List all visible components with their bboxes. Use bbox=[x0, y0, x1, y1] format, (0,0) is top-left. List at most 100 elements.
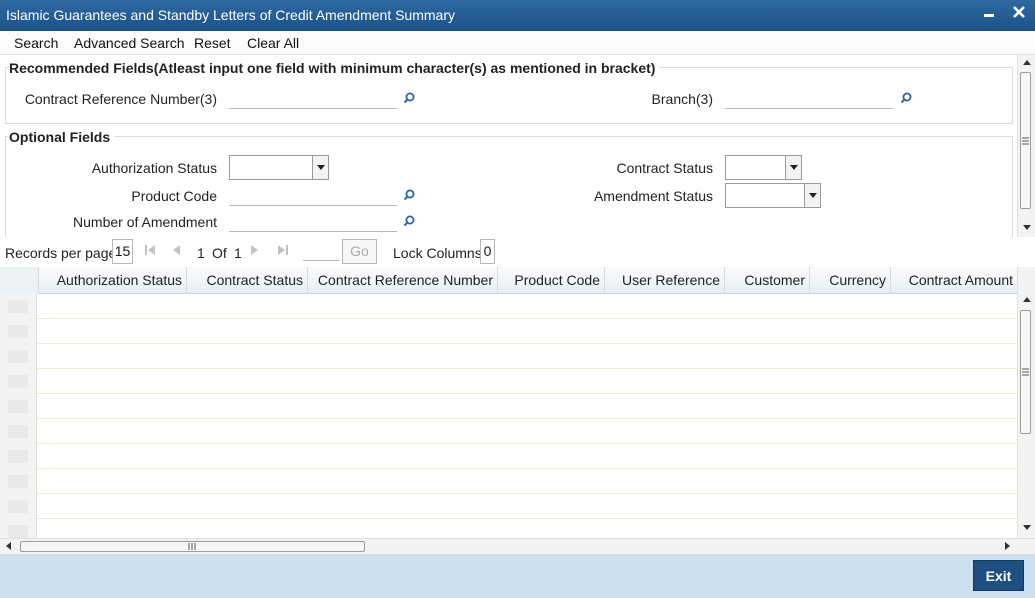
contract-reference-input[interactable] bbox=[229, 87, 397, 109]
close-icon[interactable] bbox=[1008, 4, 1030, 26]
scroll-up-icon[interactable] bbox=[1023, 297, 1031, 302]
first-page-icon[interactable] bbox=[145, 244, 156, 259]
row-select-cell[interactable] bbox=[0, 394, 37, 419]
row-select-cell[interactable] bbox=[0, 494, 37, 519]
row-select-checkbox[interactable] bbox=[8, 475, 28, 488]
row-select-cell[interactable] bbox=[0, 294, 37, 319]
form-scrollbar[interactable] bbox=[1017, 55, 1035, 237]
table-row[interactable] bbox=[0, 319, 1017, 344]
horizontal-scrollbar-thumb[interactable] bbox=[20, 541, 365, 552]
scroll-down-icon[interactable] bbox=[1023, 225, 1031, 230]
row-select-checkbox[interactable] bbox=[8, 300, 28, 313]
records-per-page-input[interactable]: 15 bbox=[112, 239, 133, 264]
chevron-down-icon bbox=[312, 156, 328, 179]
row-select-checkbox[interactable] bbox=[8, 400, 28, 413]
row-select-cell[interactable] bbox=[0, 419, 37, 444]
table-row[interactable] bbox=[0, 519, 1017, 538]
column-header[interactable]: Contract Status bbox=[187, 267, 308, 294]
contract-reference-search-icon[interactable] bbox=[403, 91, 415, 104]
row-select-checkbox[interactable] bbox=[8, 525, 28, 538]
row-select-checkbox[interactable] bbox=[8, 450, 28, 463]
row-select-checkbox[interactable] bbox=[8, 500, 28, 513]
table-row[interactable] bbox=[0, 444, 1017, 469]
table-row[interactable] bbox=[0, 369, 1017, 394]
chevron-down-icon bbox=[804, 184, 820, 207]
reset-button[interactable]: Reset bbox=[194, 35, 231, 51]
of-label: Of bbox=[212, 245, 227, 261]
form-scrollbar-thumb[interactable] bbox=[1020, 72, 1031, 209]
goto-page-input[interactable] bbox=[303, 260, 339, 261]
search-button[interactable]: Search bbox=[14, 35, 58, 51]
table-row[interactable] bbox=[0, 394, 1017, 419]
footer-bar: Exit bbox=[0, 554, 1035, 598]
horizontal-scrollbar[interactable] bbox=[0, 538, 1035, 554]
title-bar: Islamic Guarantees and Standby Letters o… bbox=[0, 0, 1035, 31]
table-row[interactable] bbox=[0, 469, 1017, 494]
row-select-cell[interactable] bbox=[0, 469, 37, 494]
table-row[interactable] bbox=[0, 344, 1017, 369]
scroll-left-icon[interactable] bbox=[6, 542, 11, 550]
contract-status-select[interactable] bbox=[725, 155, 802, 180]
contract-status-label: Contract Status bbox=[616, 160, 714, 176]
lock-columns-label: Lock Columns bbox=[393, 245, 482, 261]
window-title: Islamic Guarantees and Standby Letters o… bbox=[6, 7, 455, 23]
number-of-amendment-input[interactable] bbox=[229, 210, 397, 232]
scroll-down-icon[interactable] bbox=[1023, 525, 1031, 530]
records-per-page-label: Records per page bbox=[5, 245, 117, 261]
recommended-fields-legend: Recommended Fields(Atleast input one fie… bbox=[9, 60, 660, 76]
results-grid: Authorization Status Contract Status Con… bbox=[0, 267, 1035, 538]
pagination-bar: Records per page 15 1 Of 1 Go Lock Colum… bbox=[0, 237, 1035, 267]
select-all-column[interactable] bbox=[0, 267, 39, 294]
column-header[interactable]: Contract Reference Number bbox=[308, 267, 498, 294]
column-header[interactable]: Product Code bbox=[498, 267, 605, 294]
last-page-icon[interactable] bbox=[277, 244, 288, 259]
row-select-cell[interactable] bbox=[0, 319, 37, 344]
product-code-search-icon[interactable] bbox=[403, 188, 415, 201]
row-select-checkbox[interactable] bbox=[8, 350, 28, 363]
row-select-cell[interactable] bbox=[0, 369, 37, 394]
grid-scrollbar-thumb[interactable] bbox=[1020, 310, 1031, 434]
authorization-status-label: Authorization Status bbox=[91, 160, 217, 176]
scroll-up-icon[interactable] bbox=[1023, 60, 1031, 65]
row-select-checkbox[interactable] bbox=[8, 425, 28, 438]
chevron-down-icon bbox=[785, 156, 801, 179]
row-select-checkbox[interactable] bbox=[8, 375, 28, 388]
clear-all-button[interactable]: Clear All bbox=[247, 35, 299, 51]
grid-scrollbar[interactable] bbox=[1017, 267, 1035, 538]
column-header[interactable]: Contract Amount bbox=[891, 267, 1017, 294]
go-button[interactable]: Go bbox=[342, 239, 377, 264]
row-select-cell[interactable] bbox=[0, 344, 37, 369]
minimize-icon[interactable] bbox=[978, 4, 1000, 26]
grid-header: Authorization Status Contract Status Con… bbox=[0, 267, 1017, 294]
number-of-amendment-search-icon[interactable] bbox=[403, 214, 415, 227]
table-row[interactable] bbox=[0, 419, 1017, 444]
product-code-input[interactable] bbox=[229, 184, 397, 206]
exit-button[interactable]: Exit bbox=[973, 560, 1024, 591]
row-select-cell[interactable] bbox=[0, 444, 37, 469]
scroll-right-icon[interactable] bbox=[1005, 542, 1010, 550]
total-pages: 1 bbox=[234, 245, 242, 261]
number-of-amendment-label: Number of Amendment bbox=[73, 214, 217, 230]
toolbar: Search Advanced Search Reset Clear All bbox=[0, 31, 1035, 55]
table-row[interactable] bbox=[0, 294, 1017, 319]
authorization-status-select[interactable] bbox=[229, 155, 329, 180]
branch-input[interactable] bbox=[725, 87, 893, 109]
table-row[interactable] bbox=[0, 494, 1017, 519]
next-page-icon[interactable] bbox=[250, 244, 259, 259]
current-page: 1 bbox=[197, 245, 205, 261]
row-select-checkbox[interactable] bbox=[8, 325, 28, 338]
amendment-status-label: Amendment Status bbox=[593, 188, 713, 204]
optional-fields-legend: Optional Fields bbox=[9, 129, 115, 145]
column-header[interactable]: User Reference bbox=[605, 267, 725, 294]
amendment-status-select[interactable] bbox=[725, 183, 821, 208]
advanced-search-button[interactable]: Advanced Search bbox=[74, 35, 185, 51]
column-header[interactable]: Customer bbox=[725, 267, 810, 294]
previous-page-icon[interactable] bbox=[172, 244, 181, 259]
lock-columns-input[interactable]: 0 bbox=[480, 239, 495, 264]
column-header[interactable]: Authorization Status bbox=[39, 267, 187, 294]
contract-reference-label: Contract Reference Number(3) bbox=[24, 91, 217, 107]
column-header[interactable]: Currency bbox=[810, 267, 891, 294]
product-code-label: Product Code bbox=[131, 188, 217, 204]
branch-search-icon[interactable] bbox=[900, 91, 912, 104]
row-select-cell[interactable] bbox=[0, 519, 37, 538]
